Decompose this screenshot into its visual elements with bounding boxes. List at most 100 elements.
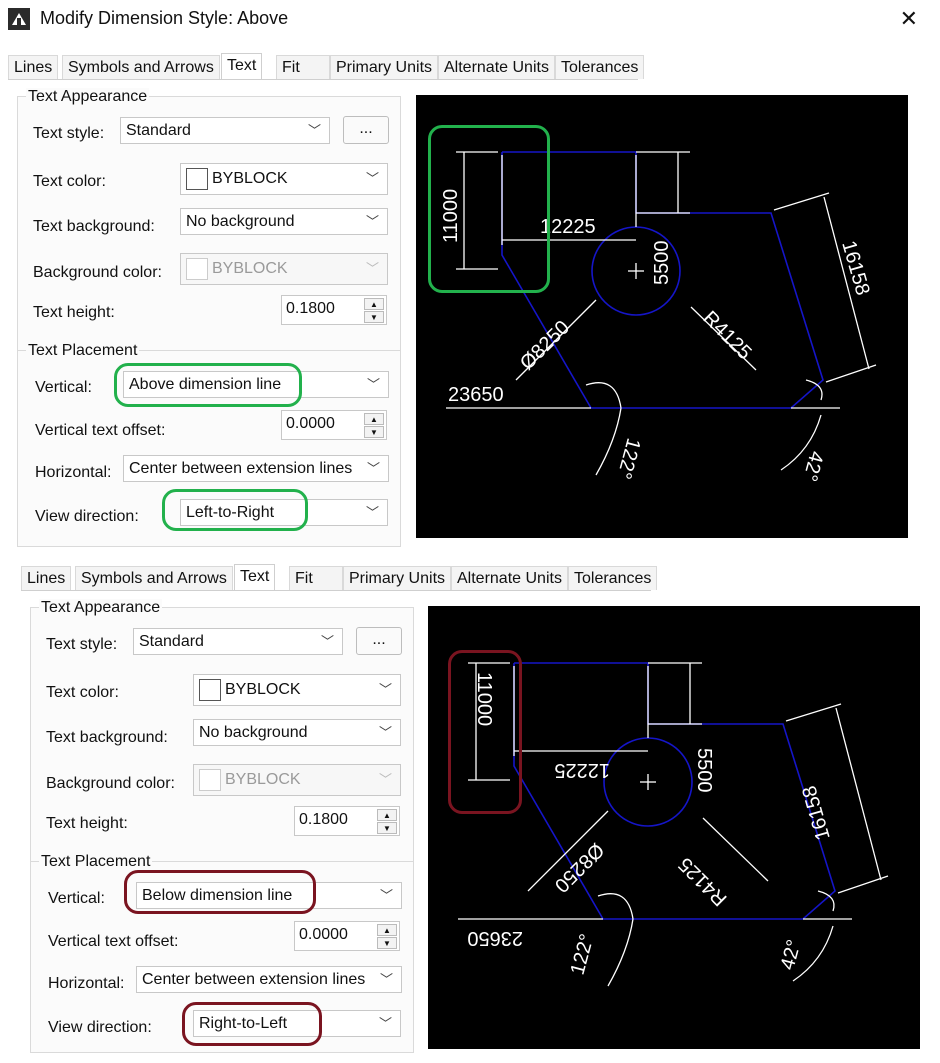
preview-dim-12225: 12225 xyxy=(540,216,596,238)
preview-dim-11000: 11000 xyxy=(473,672,495,726)
text-color-select[interactable]: BYBLOCK ﹀ xyxy=(193,674,401,706)
chevron-down-icon: ﹀ xyxy=(378,1016,392,1031)
color-swatch xyxy=(199,678,221,701)
text-color-value: BYBLOCK xyxy=(212,170,288,187)
text-placement-group: Text Placement Vertical: Above dimension… xyxy=(17,342,401,547)
spin-down-icon[interactable]: ▼ xyxy=(364,426,384,438)
view-direction-select[interactable]: Right-to-Left ﹀ xyxy=(193,1010,401,1037)
panel-below: Lines Symbols and Arrows Text Fit Primar… xyxy=(0,564,940,1059)
text-height-spinner[interactable]: 0.1800 ▲ ▼ xyxy=(294,806,400,836)
preview-dim-5500: 5500 xyxy=(651,241,673,286)
preview-dim-11000: 11000 xyxy=(440,189,462,243)
tab-text[interactable]: Text xyxy=(234,564,276,591)
tab-divider xyxy=(21,590,651,591)
vertical-label: Vertical: xyxy=(35,379,92,396)
text-background-value: No background xyxy=(186,213,295,230)
horizontal-label: Horizontal: xyxy=(35,464,112,481)
chevron-down-icon: ﹀ xyxy=(366,461,380,476)
vertical-value: Above dimension line xyxy=(129,376,282,393)
tab-alternate-units[interactable]: Alternate Units xyxy=(451,566,568,590)
tab-primary-units[interactable]: Primary Units xyxy=(343,566,452,590)
text-style-value: Standard xyxy=(126,122,191,139)
color-swatch xyxy=(186,257,208,280)
preview-dim-42: 42° xyxy=(798,449,827,484)
spin-up-icon[interactable]: ▲ xyxy=(364,298,384,310)
spin-down-icon[interactable]: ▼ xyxy=(377,937,397,949)
window-title: Modify Dimension Style: Above xyxy=(40,8,289,28)
text-style-label: Text style: xyxy=(46,636,118,653)
view-direction-value: Right-to-Left xyxy=(199,1015,288,1032)
tab-fit[interactable]: Fit xyxy=(289,566,343,590)
preview-pane: 11000 12225 5500 16158 Ø8250 R4125 23650… xyxy=(416,95,908,538)
background-color-label: Background color: xyxy=(46,775,175,792)
preview-dim-8250: Ø8250 xyxy=(550,838,608,896)
spin-down-icon[interactable]: ▼ xyxy=(364,311,384,323)
chevron-down-icon: ﹀ xyxy=(379,972,393,987)
view-direction-label: View direction: xyxy=(48,1019,152,1036)
title-bar: Modify Dimension Style: Above ✕ xyxy=(0,0,940,40)
vertical-select[interactable]: Above dimension line ﹀ xyxy=(123,371,389,398)
preview-dim-16158: 16158 xyxy=(798,783,834,843)
vertical-offset-spinner[interactable]: 0.0000 ▲ ▼ xyxy=(281,410,387,440)
group-title: Text Placement xyxy=(26,342,140,360)
browse-button[interactable]: ... xyxy=(343,116,389,144)
browse-button[interactable]: ... xyxy=(356,627,402,655)
tab-symbols-and-arrows[interactable]: Symbols and Arrows xyxy=(62,55,220,79)
tab-alternate-units[interactable]: Alternate Units xyxy=(438,55,555,79)
text-height-value: 0.1800 xyxy=(299,811,348,828)
chevron-down-icon: ﹀ xyxy=(379,888,393,903)
vertical-offset-value: 0.0000 xyxy=(286,415,335,432)
text-style-select[interactable]: Standard ﹀ xyxy=(120,117,330,144)
chevron-down-icon: ﹀ xyxy=(307,123,321,138)
chevron-down-icon: ﹀ xyxy=(365,505,379,520)
preview-dim-42: 42° xyxy=(777,937,806,972)
tab-fit[interactable]: Fit xyxy=(276,55,330,79)
view-direction-label: View direction: xyxy=(35,508,139,525)
text-height-label: Text height: xyxy=(46,815,128,832)
horizontal-select[interactable]: Center between extension lines ﹀ xyxy=(136,966,402,993)
tab-symbols-and-arrows[interactable]: Symbols and Arrows xyxy=(75,566,233,590)
chevron-down-icon: ﹀ xyxy=(378,772,392,787)
background-color-label: Background color: xyxy=(33,264,162,281)
vertical-offset-label: Vertical text offset: xyxy=(35,422,166,439)
color-swatch xyxy=(199,768,221,791)
tab-tolerances[interactable]: Tolerances xyxy=(555,55,645,79)
text-style-value: Standard xyxy=(139,633,204,650)
tab-tolerances[interactable]: Tolerances xyxy=(568,566,658,590)
vertical-offset-label: Vertical text offset: xyxy=(48,933,179,950)
tab-lines[interactable]: Lines xyxy=(21,566,72,590)
vertical-offset-spinner[interactable]: 0.0000 ▲ ▼ xyxy=(294,921,400,951)
text-style-label: Text style: xyxy=(33,125,105,142)
preview-dim-122: 122° xyxy=(612,436,644,482)
tab-lines[interactable]: Lines xyxy=(8,55,59,79)
group-title: Text Placement xyxy=(39,853,153,871)
dimension-preview: 11000 12225 5500 16158 Ø8250 R4125 23650… xyxy=(440,151,877,484)
panel-above: Lines Symbols and Arrows Text Fit Primar… xyxy=(0,53,940,547)
text-background-select[interactable]: No background ﹀ xyxy=(180,208,388,235)
tab-primary-units[interactable]: Primary Units xyxy=(330,55,439,79)
color-swatch xyxy=(186,167,208,190)
vertical-offset-value: 0.0000 xyxy=(299,926,348,943)
spin-up-icon[interactable]: ▲ xyxy=(377,924,397,936)
spin-up-icon[interactable]: ▲ xyxy=(364,413,384,425)
text-color-label: Text color: xyxy=(46,684,119,701)
view-direction-select[interactable]: Left-to-Right ﹀ xyxy=(180,499,388,526)
background-color-value: BYBLOCK xyxy=(225,771,301,788)
spin-down-icon[interactable]: ▼ xyxy=(377,822,397,834)
vertical-select[interactable]: Below dimension line ﹀ xyxy=(136,882,402,909)
close-icon[interactable]: ✕ xyxy=(900,6,918,32)
text-background-select[interactable]: No background ﹀ xyxy=(193,719,401,746)
chevron-down-icon: ﹀ xyxy=(365,171,379,186)
group-title: Text Appearance xyxy=(26,88,150,106)
text-height-spinner[interactable]: 0.1800 ▲ ▼ xyxy=(281,295,387,325)
text-color-select[interactable]: BYBLOCK ﹀ xyxy=(180,163,388,195)
group-title: Text Appearance xyxy=(39,599,163,617)
horizontal-select[interactable]: Center between extension lines ﹀ xyxy=(123,455,389,482)
spin-up-icon[interactable]: ▲ xyxy=(377,809,397,821)
chevron-down-icon: ﹀ xyxy=(378,682,392,697)
tab-text[interactable]: Text xyxy=(221,53,263,80)
text-height-value: 0.1800 xyxy=(286,300,335,317)
preview-dim-12225: 12225 xyxy=(554,759,610,781)
text-style-select[interactable]: Standard ﹀ xyxy=(133,628,343,655)
preview-dim-23650: 23650 xyxy=(448,384,504,406)
